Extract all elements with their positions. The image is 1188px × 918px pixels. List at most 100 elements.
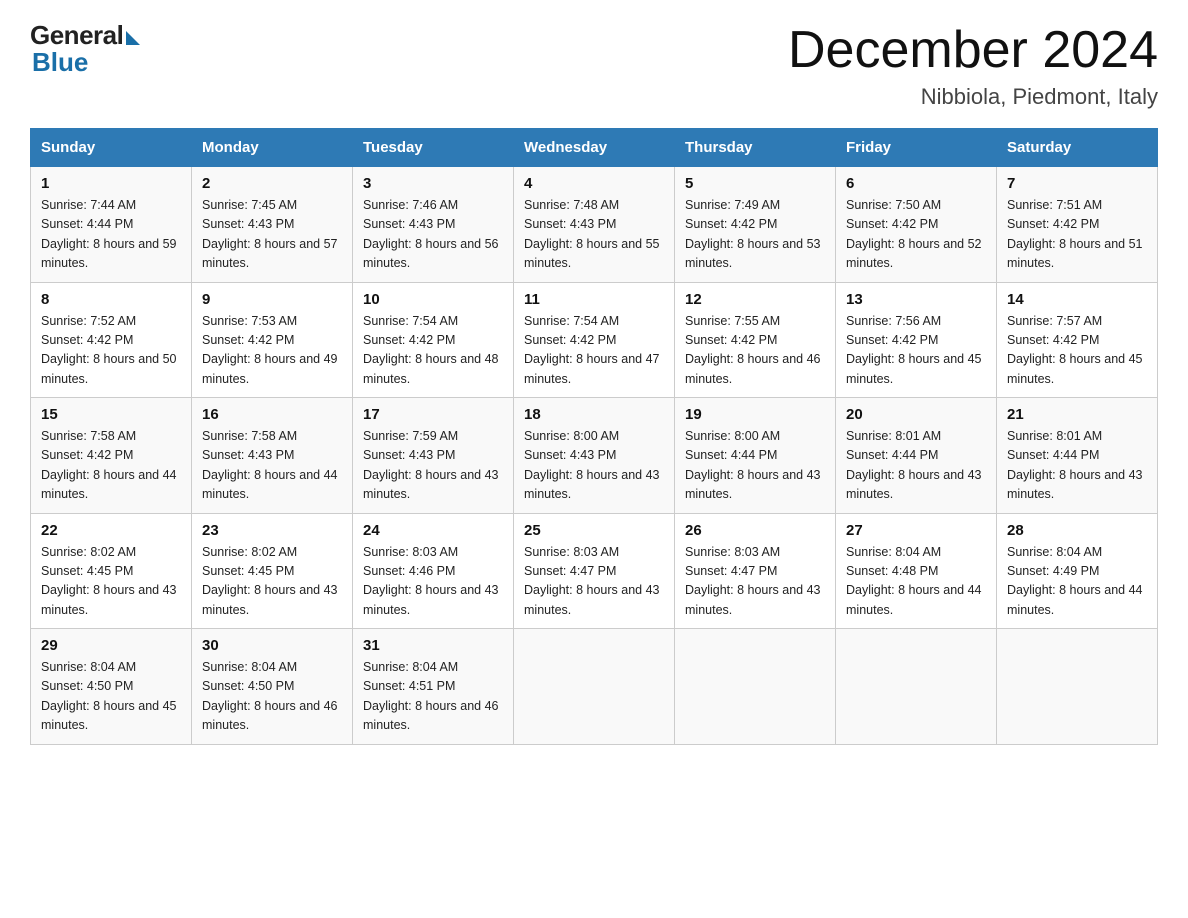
calendar-cell: 23Sunrise: 8:02 AMSunset: 4:45 PMDayligh… bbox=[192, 513, 353, 629]
calendar-cell: 3 Sunrise: 7:46 AMSunset: 4:43 PMDaylight… bbox=[353, 167, 514, 283]
calendar-cell: 2 Sunrise: 7:45 AMSunset: 4:43 PMDaylight… bbox=[192, 167, 353, 283]
day-number: 3 bbox=[363, 175, 503, 192]
day-info: Sunrise: 7:44 AMSunset: 4:44 PMDaylight:… bbox=[41, 196, 181, 274]
calendar-cell: 7 Sunrise: 7:51 AMSunset: 4:42 PMDaylight… bbox=[997, 167, 1158, 283]
page-title: December 2024 bbox=[788, 20, 1158, 80]
calendar-cell: 9 Sunrise: 7:53 AMSunset: 4:42 PMDaylight… bbox=[192, 282, 353, 398]
calendar-cell: 8Sunrise: 7:52 AMSunset: 4:42 PMDaylight… bbox=[31, 282, 192, 398]
week-row-4: 22 Sunrise: 8:02 AMSunset: 4:45 PMDayligh… bbox=[31, 513, 1158, 629]
day-info: Sunrise: 7:53 AMSunset: 4:42 PMDaylight:… bbox=[202, 312, 342, 390]
calendar-cell: 12 Sunrise: 7:55 AMSunset: 4:42 PMDayligh… bbox=[675, 282, 836, 398]
day-number: 10 bbox=[363, 291, 503, 308]
calendar-cell: 18Sunrise: 8:00 AMSunset: 4:43 PMDayligh… bbox=[514, 398, 675, 514]
day-info: Sunrise: 7:46 AMSunset: 4:43 PMDaylight:… bbox=[363, 196, 503, 274]
day-info: Sunrise: 7:48 AMSunset: 4:43 PMDaylight:… bbox=[524, 196, 664, 274]
calendar-cell: 31 Sunrise: 8:04 AMSunset: 4:51 PMDayligh… bbox=[353, 629, 514, 745]
calendar-cell: 5Sunrise: 7:49 AMSunset: 4:42 PMDaylight… bbox=[675, 167, 836, 283]
calendar-cell: 19 Sunrise: 8:00 AMSunset: 4:44 PMDayligh… bbox=[675, 398, 836, 514]
day-number: 7 bbox=[1007, 175, 1147, 192]
day-number: 9 bbox=[202, 291, 342, 308]
header-row: SundayMondayTuesdayWednesdayThursdayFrid… bbox=[31, 129, 1158, 167]
day-info: Sunrise: 8:02 AMSunset: 4:45 PMDaylight:… bbox=[41, 543, 181, 621]
calendar-header: SundayMondayTuesdayWednesdayThursdayFrid… bbox=[31, 129, 1158, 167]
day-number: 28 bbox=[1007, 522, 1147, 539]
day-number: 22 bbox=[41, 522, 181, 539]
calendar-cell: 21 Sunrise: 8:01 AMSunset: 4:44 PMDayligh… bbox=[997, 398, 1158, 514]
calendar-cell bbox=[836, 629, 997, 745]
day-info: Sunrise: 7:57 AMSunset: 4:42 PMDaylight:… bbox=[1007, 312, 1147, 390]
day-number: 20 bbox=[846, 406, 986, 423]
day-number: 17 bbox=[363, 406, 503, 423]
calendar-cell: 30 Sunrise: 8:04 AMSunset: 4:50 PMDayligh… bbox=[192, 629, 353, 745]
day-info: Sunrise: 8:00 AMSunset: 4:44 PMDaylight:… bbox=[685, 427, 825, 505]
calendar-cell: 17 Sunrise: 7:59 AMSunset: 4:43 PMDayligh… bbox=[353, 398, 514, 514]
day-number: 31 bbox=[363, 637, 503, 654]
day-number: 23 bbox=[202, 522, 342, 539]
day-info: Sunrise: 7:56 AMSunset: 4:42 PMDaylight:… bbox=[846, 312, 986, 390]
day-info: Sunrise: 8:03 AMSunset: 4:47 PMDaylight:… bbox=[685, 543, 825, 621]
day-number: 14 bbox=[1007, 291, 1147, 308]
day-number: 8 bbox=[41, 291, 181, 308]
day-number: 30 bbox=[202, 637, 342, 654]
calendar-cell: 15 Sunrise: 7:58 AMSunset: 4:42 PMDayligh… bbox=[31, 398, 192, 514]
calendar-cell: 1 Sunrise: 7:44 AMSunset: 4:44 PMDaylight… bbox=[31, 167, 192, 283]
calendar-cell: 4 Sunrise: 7:48 AMSunset: 4:43 PMDaylight… bbox=[514, 167, 675, 283]
day-info: Sunrise: 7:58 AMSunset: 4:42 PMDaylight:… bbox=[41, 427, 181, 505]
day-info: Sunrise: 8:03 AMSunset: 4:47 PMDaylight:… bbox=[524, 543, 664, 621]
day-number: 21 bbox=[1007, 406, 1147, 423]
calendar-cell: 11Sunrise: 7:54 AMSunset: 4:42 PMDayligh… bbox=[514, 282, 675, 398]
day-info: Sunrise: 7:59 AMSunset: 4:43 PMDaylight:… bbox=[363, 427, 503, 505]
day-info: Sunrise: 8:04 AMSunset: 4:51 PMDaylight:… bbox=[363, 658, 503, 736]
day-info: Sunrise: 8:04 AMSunset: 4:48 PMDaylight:… bbox=[846, 543, 986, 621]
day-number: 26 bbox=[685, 522, 825, 539]
day-info: Sunrise: 8:03 AMSunset: 4:46 PMDaylight:… bbox=[363, 543, 503, 621]
week-row-1: 1 Sunrise: 7:44 AMSunset: 4:44 PMDaylight… bbox=[31, 167, 1158, 283]
day-info: Sunrise: 8:04 AMSunset: 4:50 PMDaylight:… bbox=[202, 658, 342, 736]
calendar-cell: 6Sunrise: 7:50 AMSunset: 4:42 PMDaylight… bbox=[836, 167, 997, 283]
calendar-cell: 28Sunrise: 8:04 AMSunset: 4:49 PMDayligh… bbox=[997, 513, 1158, 629]
calendar-cell: 22 Sunrise: 8:02 AMSunset: 4:45 PMDayligh… bbox=[31, 513, 192, 629]
calendar-cell bbox=[514, 629, 675, 745]
header-wednesday: Wednesday bbox=[514, 129, 675, 167]
day-number: 27 bbox=[846, 522, 986, 539]
logo-arrow-icon bbox=[126, 31, 140, 45]
day-number: 15 bbox=[41, 406, 181, 423]
calendar-cell: 20 Sunrise: 8:01 AMSunset: 4:44 PMDayligh… bbox=[836, 398, 997, 514]
day-info: Sunrise: 7:49 AMSunset: 4:42 PMDaylight:… bbox=[685, 196, 825, 274]
day-number: 18 bbox=[524, 406, 664, 423]
day-number: 4 bbox=[524, 175, 664, 192]
day-info: Sunrise: 8:01 AMSunset: 4:44 PMDaylight:… bbox=[1007, 427, 1147, 505]
logo: General Blue bbox=[30, 20, 140, 78]
day-number: 6 bbox=[846, 175, 986, 192]
day-number: 12 bbox=[685, 291, 825, 308]
day-number: 13 bbox=[846, 291, 986, 308]
calendar-cell bbox=[997, 629, 1158, 745]
day-info: Sunrise: 7:51 AMSunset: 4:42 PMDaylight:… bbox=[1007, 196, 1147, 274]
day-info: Sunrise: 7:55 AMSunset: 4:42 PMDaylight:… bbox=[685, 312, 825, 390]
day-number: 19 bbox=[685, 406, 825, 423]
calendar-cell: 16 Sunrise: 7:58 AMSunset: 4:43 PMDayligh… bbox=[192, 398, 353, 514]
day-number: 29 bbox=[41, 637, 181, 654]
title-block: December 2024 Nibbiola, Piedmont, Italy bbox=[788, 20, 1158, 110]
day-info: Sunrise: 8:04 AMSunset: 4:50 PMDaylight:… bbox=[41, 658, 181, 736]
header-thursday: Thursday bbox=[675, 129, 836, 167]
day-info: Sunrise: 7:45 AMSunset: 4:43 PMDaylight:… bbox=[202, 196, 342, 274]
week-row-3: 15 Sunrise: 7:58 AMSunset: 4:42 PMDayligh… bbox=[31, 398, 1158, 514]
day-info: Sunrise: 7:54 AMSunset: 4:42 PMDaylight:… bbox=[524, 312, 664, 390]
header-tuesday: Tuesday bbox=[353, 129, 514, 167]
calendar-table: SundayMondayTuesdayWednesdayThursdayFrid… bbox=[30, 128, 1158, 745]
page-location: Nibbiola, Piedmont, Italy bbox=[788, 84, 1158, 110]
header-sunday: Sunday bbox=[31, 129, 192, 167]
calendar-cell: 25Sunrise: 8:03 AMSunset: 4:47 PMDayligh… bbox=[514, 513, 675, 629]
calendar-cell bbox=[675, 629, 836, 745]
calendar-cell: 29 Sunrise: 8:04 AMSunset: 4:50 PMDayligh… bbox=[31, 629, 192, 745]
day-number: 1 bbox=[41, 175, 181, 192]
day-number: 2 bbox=[202, 175, 342, 192]
day-info: Sunrise: 8:01 AMSunset: 4:44 PMDaylight:… bbox=[846, 427, 986, 505]
day-number: 16 bbox=[202, 406, 342, 423]
calendar-cell: 27 Sunrise: 8:04 AMSunset: 4:48 PMDayligh… bbox=[836, 513, 997, 629]
header-saturday: Saturday bbox=[997, 129, 1158, 167]
day-info: Sunrise: 7:58 AMSunset: 4:43 PMDaylight:… bbox=[202, 427, 342, 505]
day-info: Sunrise: 7:54 AMSunset: 4:42 PMDaylight:… bbox=[363, 312, 503, 390]
calendar-cell: 10 Sunrise: 7:54 AMSunset: 4:42 PMDayligh… bbox=[353, 282, 514, 398]
